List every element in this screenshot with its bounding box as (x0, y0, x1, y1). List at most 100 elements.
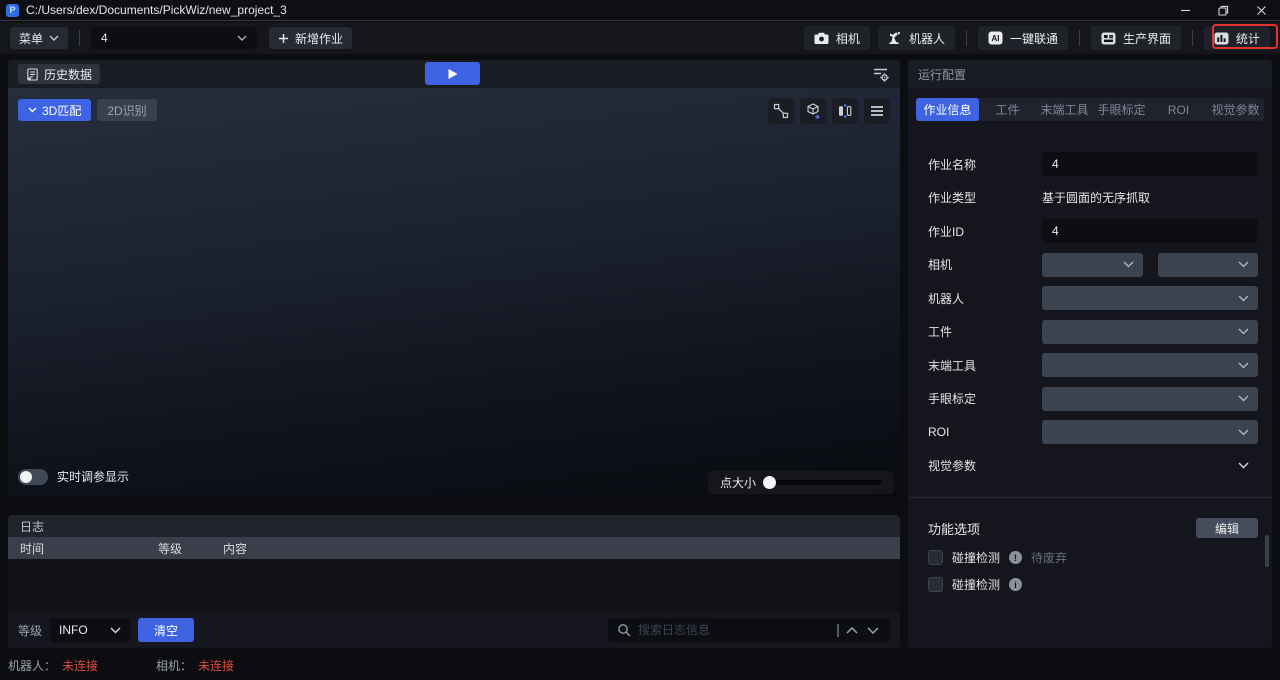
svg-text:AI: AI (991, 34, 999, 43)
chevron-down-icon (237, 35, 247, 41)
tab-job-info[interactable]: 作业信息 (916, 98, 979, 121)
3d-viewport[interactable]: 3D匹配 2D识别 实时调参显示 点大小 (8, 88, 900, 497)
title-bar: P C:/Users/dex/Documents/PickWiz/new_pro… (0, 0, 1280, 21)
one-key-connect-button[interactable]: AI 一键联通 (977, 26, 1068, 50)
measure-tool-button[interactable] (768, 98, 794, 124)
job-id-input[interactable] (1042, 219, 1258, 243)
chevron-down-icon (1238, 328, 1249, 335)
point-size-label: 点大小 (720, 476, 757, 490)
camera-status-value: 未连接 (198, 658, 235, 673)
maximize-button[interactable] (1204, 0, 1242, 20)
job-name-input[interactable] (1042, 152, 1258, 176)
history-data-button[interactable]: 历史数据 (18, 64, 101, 84)
add-model-button[interactable] (800, 98, 826, 124)
plus-icon (279, 33, 289, 43)
compare-view-button[interactable] (832, 98, 858, 124)
viewer-panel: 历史数据 3D匹配 2D识别 实时调参显示 点大小 (8, 60, 900, 497)
workpiece-field-label: 工件 (928, 325, 953, 339)
close-button[interactable] (1242, 0, 1280, 20)
robot-button-label: 机器人 (908, 31, 945, 46)
job-type-value: 基于圆面的无序抓取 (1042, 191, 1151, 205)
tab-workpiece[interactable]: 工件 (979, 101, 1036, 118)
log-col-level: 等级 (158, 541, 183, 556)
log-level-label: 等级 (18, 623, 43, 638)
hand-eye-field-label: 手眼标定 (928, 392, 977, 406)
toolbar-separator (1078, 30, 1080, 46)
camera-icon (814, 32, 829, 44)
realtime-display-label: 实时调参显示 (57, 470, 130, 484)
vision-params-dropdown[interactable] (1042, 453, 1258, 478)
list-settings-icon (874, 68, 889, 82)
add-job-button[interactable]: 新增作业 (269, 27, 353, 49)
job-select-dropdown[interactable]: 4 (91, 27, 258, 49)
tab-2d-recognition-label: 2D识别 (107, 103, 147, 118)
collision-detect-checkbox-2[interactable] (928, 577, 943, 592)
vision-params-field-label: 视觉参数 (928, 459, 977, 473)
chevron-down-icon (1238, 428, 1249, 436)
robot-button[interactable]: 机器人 (877, 26, 955, 50)
camera-dropdown-2[interactable] (1157, 252, 1258, 277)
collision-detect-checkbox-1[interactable] (928, 550, 943, 565)
camera-button[interactable]: 相机 (803, 26, 870, 50)
history-document-icon (27, 67, 38, 81)
chevron-down-icon (49, 35, 59, 41)
search-next-icon[interactable] (867, 626, 879, 634)
ai-icon: AI (988, 31, 1003, 45)
measure-icon (773, 103, 789, 119)
menu-button[interactable]: 菜单 (10, 27, 69, 49)
production-ui-label: 生产界面 (1122, 31, 1171, 46)
edit-options-button[interactable]: 编辑 (1196, 518, 1258, 538)
slider-knob[interactable] (763, 476, 777, 489)
info-circle-icon: i (1009, 578, 1023, 591)
search-icon (618, 624, 631, 637)
chevron-down-icon (1238, 395, 1249, 402)
end-tool-field-label: 末端工具 (928, 358, 977, 373)
robot-arm-icon (889, 32, 900, 44)
job-select-value: 4 (101, 31, 108, 45)
statistics-button[interactable]: 统计 (1203, 26, 1270, 50)
deprecated-note: 待废弃 (1031, 551, 1068, 565)
main-toolbar: 菜单 4 新增作业 相机 机器人 AI 一键联通 生产界面 统计 (0, 22, 1280, 54)
add-job-label: 新增作业 (295, 31, 344, 46)
clear-log-button[interactable]: 清空 (138, 618, 195, 642)
job-id-label: 作业ID (928, 224, 965, 239)
run-settings-button[interactable] (870, 67, 890, 82)
toolbar-separator (79, 30, 81, 46)
toolbar-separator (1191, 30, 1193, 46)
chevron-down-icon (1238, 361, 1249, 369)
hamburger-menu-icon (871, 106, 883, 116)
status-bar: 机器人： 未连接 相机： 未连接 (0, 650, 1280, 680)
config-scrollbar-thumb[interactable] (1265, 535, 1269, 567)
camera-dropdown-1[interactable] (1042, 252, 1143, 277)
point-size-slider[interactable] (763, 476, 882, 489)
tab-3d-match-label: 3D匹配 (42, 103, 82, 118)
statistics-label: 统计 (1235, 31, 1260, 46)
realtime-display-toggle[interactable] (18, 468, 48, 485)
tab-end-tool[interactable]: 末端工具 (1036, 101, 1093, 118)
tab-hand-eye[interactable]: 手眼标定 (1093, 101, 1150, 118)
log-table-body (8, 559, 900, 612)
viewport-menu-button[interactable] (864, 98, 890, 124)
end-tool-dropdown[interactable] (1042, 353, 1258, 377)
play-button[interactable] (425, 62, 480, 85)
production-ui-button[interactable]: 生产界面 (1090, 26, 1181, 50)
minimize-button[interactable] (1166, 0, 1204, 20)
log-level-dropdown[interactable]: INFO (50, 618, 131, 642)
roi-field-label: ROI (928, 425, 950, 439)
search-prev-icon[interactable] (846, 626, 858, 634)
roi-dropdown[interactable] (1042, 420, 1258, 444)
job-name-label: 作业名称 (928, 157, 977, 172)
tab-roi[interactable]: ROI (1150, 103, 1207, 117)
mirror-view-icon (839, 104, 852, 118)
cube-add-icon (807, 103, 820, 119)
tab-2d-recognition[interactable]: 2D识别 (97, 99, 157, 121)
run-config-title: 运行配置 (918, 67, 967, 82)
robot-dropdown[interactable] (1042, 286, 1258, 310)
hand-eye-dropdown[interactable] (1042, 386, 1258, 411)
config-tab-bar: 作业信息 工件 末端工具 手眼标定 ROI 视觉参数 (916, 98, 1264, 121)
log-search-input[interactable] (638, 623, 830, 637)
tab-3d-match[interactable]: 3D匹配 (18, 99, 92, 121)
workpiece-dropdown[interactable] (1042, 319, 1258, 344)
collision-detect-label-2: 碰撞检测 (952, 578, 1001, 592)
tab-vision-params[interactable]: 视觉参数 (1207, 101, 1264, 118)
